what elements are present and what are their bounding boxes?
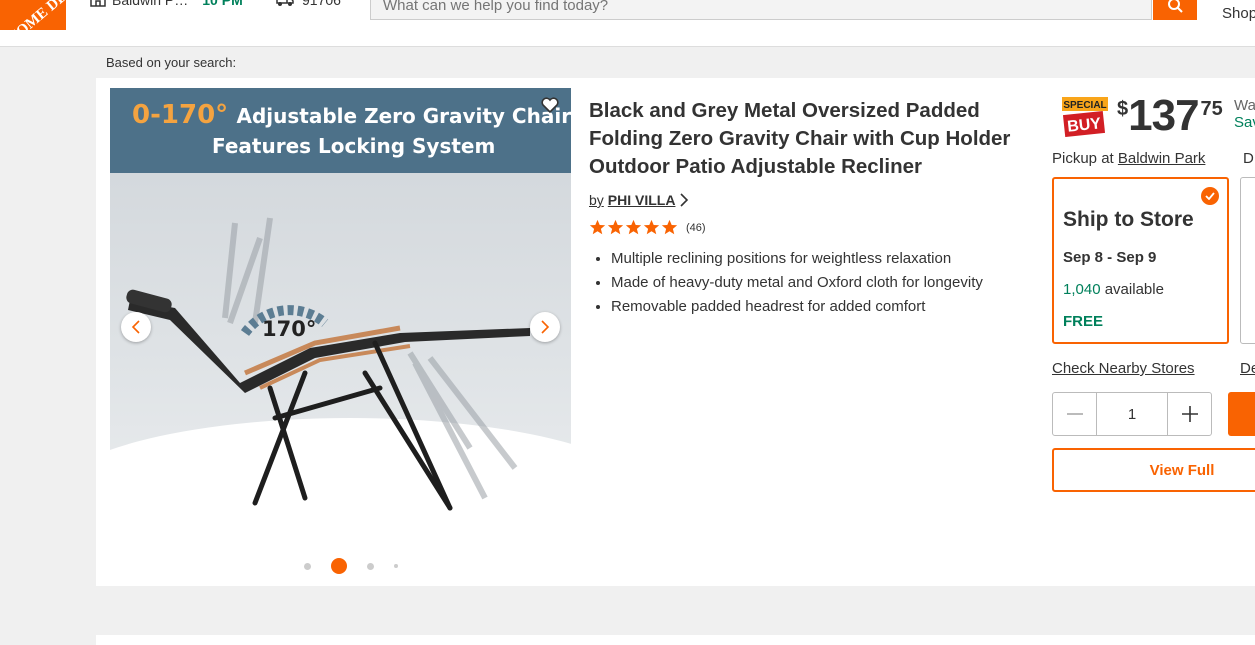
product-title: Black and Grey Metal Oversized Padded Fo…: [589, 99, 1011, 178]
carousel-dot[interactable]: [331, 558, 347, 574]
carousel-prev-button[interactable]: [121, 312, 151, 342]
ship-dates: Sep 8 - Sep 9: [1063, 249, 1157, 266]
available-label: available: [1104, 281, 1164, 298]
store-hours: 10 PM: [202, 0, 243, 8]
brand-link[interactable]: PHI VILLA: [608, 192, 676, 208]
delivery-details-link[interactable]: De: [1240, 360, 1255, 377]
angle-label: 170°: [262, 317, 316, 341]
quantity-decrease-button[interactable]: [1053, 393, 1096, 435]
quantity-increase-button[interactable]: [1168, 393, 1211, 435]
checkmark-icon: [1201, 187, 1219, 205]
carousel-dot[interactable]: [367, 562, 374, 570]
svg-text:BUY: BUY: [1066, 115, 1102, 135]
star-icon: [589, 219, 606, 235]
quantity-stepper: 1: [1052, 392, 1212, 436]
review-count[interactable]: (46): [686, 222, 706, 234]
home-depot-logo[interactable]: HOME DEPOT: [0, 0, 66, 30]
minus-icon: [1066, 413, 1083, 415]
search-button[interactable]: [1153, 0, 1197, 20]
store-name: Baldwin P…: [112, 0, 189, 8]
add-to-cart-button[interactable]: [1228, 392, 1255, 436]
plus-icon: [1181, 406, 1198, 422]
carousel-dot[interactable]: [304, 562, 311, 570]
feature-bullets: Multiple reclining positions for weightl…: [589, 247, 983, 319]
star-icon: [661, 219, 678, 235]
check-nearby-stores-link[interactable]: Check Nearby Stores: [1052, 360, 1195, 377]
favorite-heart-icon[interactable]: [541, 97, 559, 118]
availability: 1,040 available: [1063, 281, 1164, 298]
search-box: [370, 0, 1152, 20]
quantity-input[interactable]: 1: [1096, 393, 1168, 435]
delivery-label: D: [1243, 150, 1254, 167]
zip-code: 91706: [302, 0, 341, 8]
shop-menu-link[interactable]: Shop: [1222, 5, 1255, 22]
feature-bullet: Made of heavy-duty metal and Oxford clot…: [611, 271, 983, 295]
top-header: HOME DEPOT Baldwin P… 10 PM 91706 Shop: [0, 0, 1255, 47]
delivery-zip[interactable]: 91706: [276, 0, 341, 8]
based-on-search-label: Based on your search:: [106, 55, 237, 70]
view-full-details-button[interactable]: View Full: [1052, 448, 1255, 492]
pickup-info: Pickup at Baldwin Park: [1052, 150, 1205, 167]
pickup-store-link[interactable]: Baldwin Park: [1118, 150, 1206, 167]
truck-icon: [276, 0, 294, 6]
ship-to-store-title: Ship to Store: [1063, 208, 1194, 231]
rating-stars[interactable]: (46): [589, 219, 706, 236]
by-label: by: [589, 192, 604, 208]
ship-to-store-option[interactable]: Ship to Store Sep 8 - Sep 9 1,040 availa…: [1052, 177, 1229, 344]
special-buy-badge: SPECIAL BUY: [1062, 97, 1108, 137]
chevron-right-icon: [541, 320, 550, 334]
search-input[interactable]: [371, 0, 1151, 19]
carousel-next-button[interactable]: [530, 312, 560, 342]
store-selector[interactable]: Baldwin P… 10 PM: [90, 0, 243, 8]
price-dollars: 137: [1128, 91, 1199, 140]
star-icon: [643, 219, 660, 235]
chevron-right-icon: [680, 193, 689, 207]
store-icon: [90, 0, 106, 7]
svg-text:SPECIAL: SPECIAL: [1063, 100, 1106, 111]
carousel-dots: [300, 558, 408, 574]
price-dollar-sign: $: [1117, 98, 1129, 120]
feature-bullet: Removable padded headrest for added comf…: [611, 295, 983, 319]
was-price: Wa: [1234, 97, 1255, 114]
carousel-dot[interactable]: [394, 564, 398, 568]
feature-bullet: Multiple reclining positions for weightl…: [611, 247, 983, 271]
brand-line: by PHI VILLA: [589, 192, 689, 208]
save-amount: Sav: [1234, 114, 1255, 131]
price: $ 137 75: [1117, 94, 1223, 138]
product-image[interactable]: 0-170° Adjustable Zero Gravity Chair Fea…: [110, 88, 571, 548]
search-icon: [1168, 0, 1183, 13]
ship-price: FREE: [1063, 313, 1104, 330]
chevron-left-icon: [131, 320, 140, 334]
star-icon: [625, 219, 642, 235]
next-card: [96, 635, 1255, 645]
star-icon: [607, 219, 624, 235]
available-count: 1,040: [1063, 281, 1101, 298]
pickup-label: Pickup at: [1052, 150, 1114, 167]
delivery-option[interactable]: [1240, 177, 1255, 344]
price-cents: 75: [1200, 98, 1223, 120]
chair-illustration: 170°: [126, 217, 530, 511]
